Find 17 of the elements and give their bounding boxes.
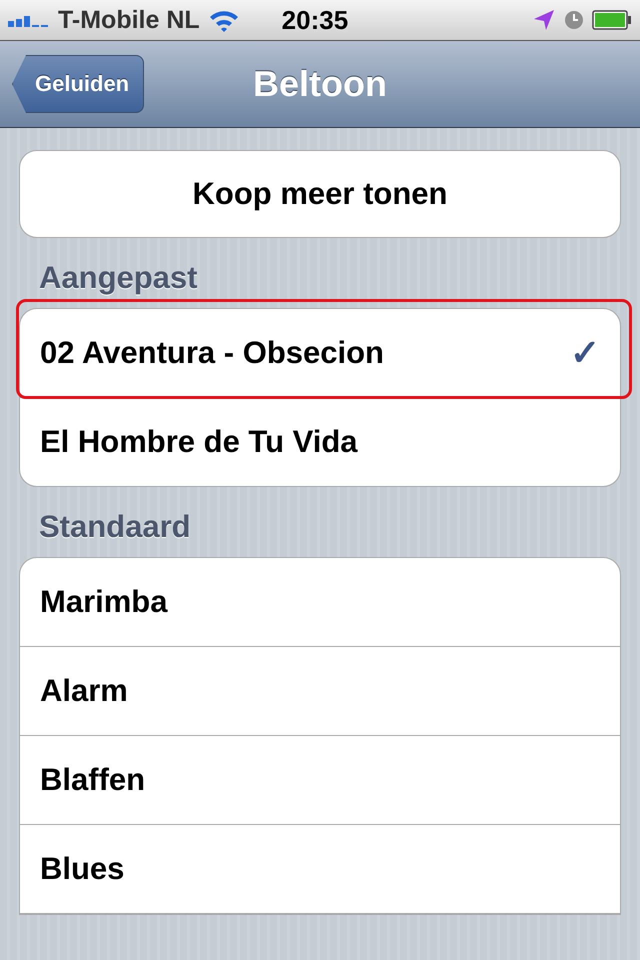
ringtone-row[interactable]: Blues bbox=[20, 825, 620, 914]
ringtone-row[interactable]: 02 Aventura - Obsecion ✓ bbox=[20, 309, 620, 398]
ringtone-row[interactable]: El Hombre de Tu Vida bbox=[20, 398, 620, 486]
section-header: Standaard bbox=[38, 508, 192, 546]
carrier-name: T-Mobile NL bbox=[58, 6, 200, 34]
page-title: Beltoon bbox=[253, 63, 387, 105]
clock-time: 20:35 bbox=[282, 4, 348, 36]
battery-icon bbox=[592, 10, 632, 30]
ringtone-row[interactable]: Blaffen bbox=[20, 736, 620, 825]
back-button[interactable]: Geluiden bbox=[12, 55, 144, 113]
buy-more-tones-button[interactable]: Koop meer tonen bbox=[19, 150, 621, 238]
ringtone-row[interactable]: Marimba bbox=[20, 558, 620, 647]
checkmark-icon: ✓ bbox=[570, 332, 600, 374]
ringtone-row[interactable]: Alarm bbox=[20, 647, 620, 736]
clock-icon bbox=[564, 10, 584, 30]
section-header: Aangepast bbox=[38, 259, 198, 297]
location-arrow-icon bbox=[532, 8, 556, 32]
